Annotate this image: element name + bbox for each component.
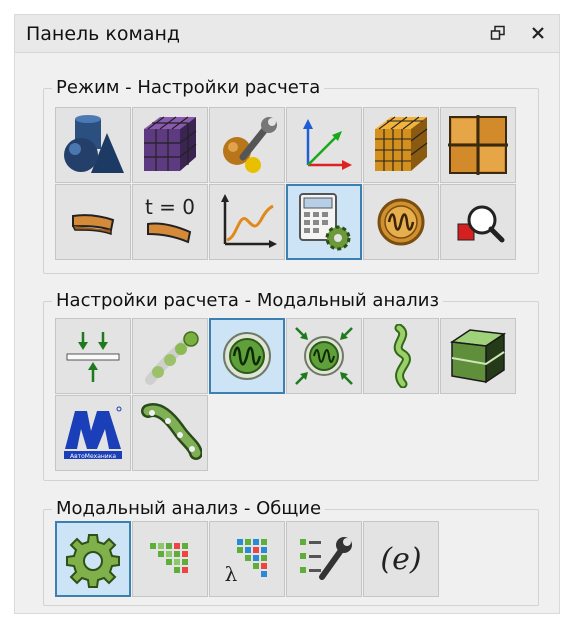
mesh-cube-icon	[144, 116, 197, 171]
eigen-matrix-icon: λ	[225, 539, 267, 586]
close-button[interactable]	[527, 22, 549, 44]
grid-button[interactable]	[440, 107, 516, 183]
automechanics-button[interactable]: АвтоМеханика	[55, 395, 131, 471]
expression-icon: (e)	[380, 542, 421, 577]
t-zero-text: t = 0	[145, 195, 195, 219]
graph-curve-icon	[221, 194, 277, 248]
initial-conditions-icon: t = 0	[145, 195, 195, 244]
initial-conditions-button[interactable]: t = 0	[132, 184, 208, 260]
gear-settings-icon	[66, 534, 120, 588]
material-button[interactable]	[209, 107, 285, 183]
command-panel: Панель команд Режим - Настройки расчета	[14, 14, 560, 614]
mass-points-icon	[145, 331, 199, 385]
close-icon	[532, 27, 544, 39]
list-settings-button[interactable]	[286, 521, 362, 597]
restore-window-button[interactable]	[487, 22, 509, 44]
svg-text:АвтоМеханика: АвтоМеханика	[70, 453, 116, 460]
mesh-cube-button[interactable]	[132, 107, 208, 183]
material-wrench-icon	[223, 117, 277, 173]
fe-mesh-cube-icon	[375, 116, 428, 171]
panel-title: Панель команд	[26, 23, 181, 45]
group-label: Режим - Настройки расчета	[52, 77, 325, 98]
chain-link-icon	[141, 403, 202, 460]
lambda-text: λ	[225, 562, 238, 586]
geometry-button[interactable]	[55, 107, 131, 183]
list-settings-icon	[300, 537, 352, 580]
calculation-settings-icon	[299, 193, 351, 251]
coordinate-axes-icon	[303, 119, 352, 170]
group-modal-general: Модальный анализ - Общие λ (e)	[43, 498, 539, 606]
graph-button[interactable]	[209, 184, 285, 260]
calculation-settings-button[interactable]	[286, 184, 362, 260]
oscillation-signal-icon	[377, 198, 425, 246]
twisted-ribbon-button[interactable]	[363, 318, 439, 394]
expression-text: (e)	[380, 542, 421, 577]
boundary-supports-icon	[66, 332, 120, 382]
twisted-ribbon-icon	[393, 324, 411, 388]
solid-block-icon	[449, 329, 507, 384]
mass-points-button[interactable]	[132, 318, 208, 394]
general-settings-button[interactable]	[55, 521, 131, 597]
beam-button[interactable]	[55, 184, 131, 260]
zoom-select-button[interactable]	[440, 184, 516, 260]
panel-title-bar: Панель команд	[15, 15, 559, 53]
modal-analysis-loads-icon	[295, 327, 353, 385]
zoom-select-icon	[457, 205, 505, 243]
geometry-shapes-icon	[64, 115, 124, 173]
eigen-matrix-button[interactable]: λ	[209, 521, 285, 597]
colored-matrix-button[interactable]	[132, 521, 208, 597]
expression-button[interactable]: (e)	[363, 521, 439, 597]
beam-element-icon	[72, 214, 115, 236]
modal-analysis-button[interactable]	[209, 318, 285, 394]
grid-tiles-icon	[448, 115, 508, 175]
boundary-supports-button[interactable]	[55, 318, 131, 394]
axes-button[interactable]	[286, 107, 362, 183]
automechanics-logo-icon: АвтоМеханика	[64, 406, 122, 460]
oscillation-button[interactable]	[363, 184, 439, 260]
modal-analysis-loads-button[interactable]	[286, 318, 362, 394]
group-label: Модальный анализ - Общие	[52, 498, 326, 519]
restore-window-icon	[490, 25, 505, 40]
group-mode-settings: Режим - Настройки расчета t = 0	[43, 77, 539, 274]
group-label: Настройки расчета - Модальный анализ	[52, 290, 444, 311]
group-calculation-modal: Настройки расчета - Модальный анализ Авт…	[43, 290, 539, 481]
modal-analysis-icon	[223, 332, 271, 380]
solid-block-button[interactable]	[440, 318, 516, 394]
chain-link-button[interactable]	[132, 395, 208, 471]
fe-mesh-button[interactable]	[363, 107, 439, 183]
colored-matrix-icon	[150, 543, 188, 573]
